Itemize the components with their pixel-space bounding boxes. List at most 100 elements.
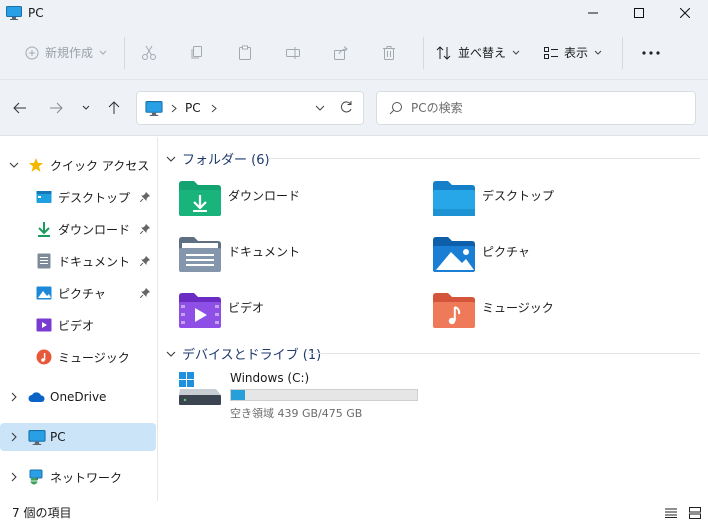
pictures-folder-icon bbox=[433, 237, 475, 272]
videos-icon bbox=[36, 317, 52, 333]
refresh-button[interactable] bbox=[339, 100, 353, 117]
windows-drive-icon bbox=[179, 372, 221, 405]
folder-tile-pictures[interactable]: ピクチャ bbox=[432, 235, 662, 279]
sidebar-item-label: ビデオ bbox=[58, 318, 95, 333]
drive-name: Windows (C:) bbox=[230, 371, 310, 385]
item-count: 7 個の項目 bbox=[12, 506, 72, 520]
sort-label: 並べ替え bbox=[457, 46, 506, 60]
drive-c[interactable]: Windows (C:) 空き領域 439 GB/475 GB bbox=[178, 369, 438, 420]
separator bbox=[423, 36, 424, 69]
breadcrumb-separator[interactable] bbox=[171, 104, 177, 113]
star-icon bbox=[28, 157, 44, 173]
folder-tile-music[interactable]: ミュージック bbox=[432, 291, 662, 335]
forward-button[interactable] bbox=[46, 98, 66, 118]
folder-tile-downloads[interactable]: ダウンロード bbox=[178, 179, 408, 223]
music-icon bbox=[36, 349, 52, 365]
chevron-down-icon bbox=[315, 105, 325, 111]
plus-circle-icon bbox=[25, 46, 39, 59]
tiles-view-button[interactable] bbox=[688, 506, 702, 520]
documents-icon bbox=[36, 253, 52, 269]
sidebar-item-pc[interactable]: PC bbox=[0, 423, 156, 451]
share-button[interactable] bbox=[317, 37, 365, 69]
window-title: PC bbox=[28, 6, 44, 20]
separator bbox=[622, 36, 623, 69]
desktop-folder-icon bbox=[433, 181, 475, 216]
drives-section-header[interactable]: デバイスとドライブ (1) bbox=[166, 344, 321, 363]
search-box[interactable] bbox=[376, 91, 696, 125]
drive-usage-fill bbox=[231, 390, 246, 400]
sidebar-item-desktop[interactable]: デスクトップ bbox=[0, 183, 156, 211]
back-button[interactable] bbox=[10, 98, 30, 118]
search-icon bbox=[389, 101, 403, 115]
chevron-right-icon[interactable] bbox=[8, 472, 20, 482]
close-button[interactable] bbox=[662, 0, 708, 26]
pictures-icon bbox=[36, 285, 52, 301]
up-button[interactable] bbox=[104, 98, 124, 118]
drive-usage-bar bbox=[230, 389, 418, 401]
folder-tile-videos[interactable]: ビデオ bbox=[178, 291, 408, 335]
sidebar-item-pictures[interactable]: ピクチャ bbox=[0, 279, 156, 307]
folder-tile-documents[interactable]: ドキュメント bbox=[178, 235, 408, 279]
documents-folder-icon bbox=[179, 237, 221, 272]
music-folder-icon bbox=[433, 293, 475, 328]
paste-button[interactable] bbox=[221, 37, 269, 69]
sidebar-item-downloads[interactable]: ダウンロード bbox=[0, 215, 156, 243]
search-input[interactable] bbox=[411, 101, 681, 115]
sidebar-item-network[interactable]: ネットワーク bbox=[0, 463, 156, 491]
scissors-icon bbox=[142, 45, 156, 60]
cut-button[interactable] bbox=[125, 37, 173, 69]
folder-tile-desktop[interactable]: デスクトップ bbox=[432, 179, 662, 223]
drives-section-title: デバイスとドライブ (1) bbox=[182, 348, 322, 363]
maximize-button[interactable] bbox=[616, 0, 662, 26]
sidebar-item-label: ネットワーク bbox=[50, 470, 123, 485]
chevron-right-icon[interactable] bbox=[8, 392, 20, 402]
sidebar-item-documents[interactable]: ドキュメント bbox=[0, 247, 156, 275]
sidebar-item-label: PC bbox=[50, 430, 66, 444]
cloud-icon bbox=[28, 389, 46, 405]
folders-section-header[interactable]: フォルダー (6) bbox=[166, 149, 270, 168]
view-options-icon bbox=[543, 46, 558, 59]
chevron-right-icon bbox=[171, 104, 177, 112]
chevron-right-icon[interactable] bbox=[8, 432, 20, 442]
download-folder-icon bbox=[179, 181, 221, 216]
arrow-right-icon bbox=[50, 102, 63, 114]
sidebar-item-label: ミュージック bbox=[58, 350, 130, 365]
view-button[interactable]: 表示 bbox=[532, 37, 614, 69]
more-options-button[interactable] bbox=[627, 37, 675, 69]
address-history-button[interactable] bbox=[315, 101, 325, 118]
rename-button[interactable] bbox=[269, 37, 317, 69]
delete-button[interactable] bbox=[365, 37, 413, 69]
arrow-up-icon bbox=[108, 101, 120, 114]
recent-locations-button[interactable] bbox=[76, 98, 96, 118]
copy-button[interactable] bbox=[173, 37, 221, 69]
share-icon bbox=[334, 45, 348, 60]
breadcrumb-pc[interactable]: PC bbox=[185, 101, 201, 115]
pin-icon bbox=[140, 192, 150, 202]
folder-name: ミュージック bbox=[482, 301, 554, 315]
details-view-button[interactable] bbox=[664, 506, 678, 520]
trash-icon bbox=[383, 45, 395, 60]
sidebar-item-music[interactable]: ミュージック bbox=[0, 343, 156, 371]
pin-icon bbox=[140, 288, 150, 298]
chevron-down-icon bbox=[512, 50, 520, 55]
sidebar-item-videos[interactable]: ビデオ bbox=[0, 311, 156, 339]
chevron-down-icon[interactable] bbox=[8, 162, 20, 168]
chevron-down-icon bbox=[99, 50, 107, 55]
sidebar-item-onedrive[interactable]: OneDrive bbox=[0, 383, 156, 411]
rename-icon bbox=[286, 46, 300, 59]
status-bar: 7 個の項目 bbox=[0, 501, 708, 524]
sidebar-item-quick-access[interactable]: クイック アクセス bbox=[0, 151, 156, 179]
address-bar[interactable]: PC bbox=[136, 91, 364, 125]
chevron-down-icon bbox=[166, 351, 176, 357]
sort-button[interactable]: 並べ替え bbox=[428, 37, 528, 69]
maximize-icon bbox=[634, 8, 644, 18]
details-view-icon bbox=[665, 508, 677, 518]
minimize-button[interactable] bbox=[570, 0, 616, 26]
sidebar-item-label: OneDrive bbox=[50, 390, 107, 404]
breadcrumb-separator[interactable] bbox=[211, 104, 217, 113]
sidebar-item-label: クイック アクセス bbox=[50, 158, 150, 173]
new-button[interactable]: 新規作成 bbox=[14, 37, 118, 69]
pin-icon bbox=[140, 256, 150, 266]
refresh-icon bbox=[340, 101, 352, 113]
folder-name: ピクチャ bbox=[482, 245, 530, 259]
